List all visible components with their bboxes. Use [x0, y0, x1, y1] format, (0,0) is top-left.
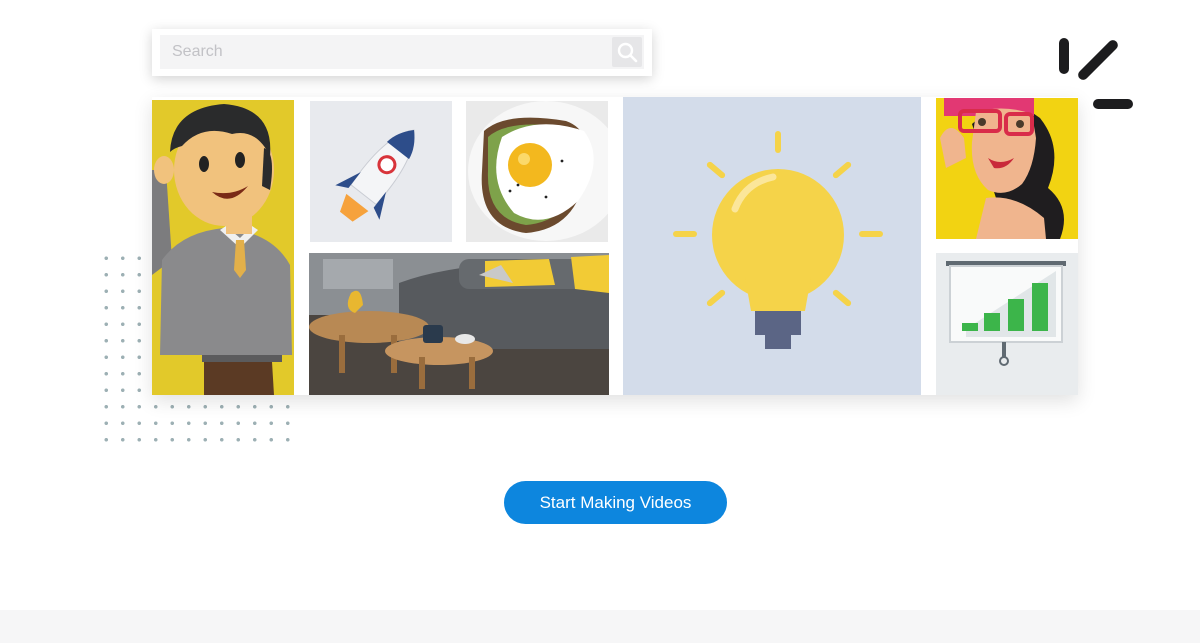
tile-chart-presentation[interactable]	[936, 253, 1078, 395]
living-room-photo	[309, 253, 609, 395]
tile-rocket[interactable]	[310, 101, 452, 242]
presentation-board-illustration	[936, 253, 1078, 395]
image-mosaic	[152, 97, 1078, 395]
start-making-videos-button[interactable]: Start Making Videos	[504, 481, 727, 524]
tile-woman-glasses[interactable]	[936, 98, 1078, 239]
woman-glasses-photo	[936, 98, 1078, 239]
search-icon	[617, 42, 638, 63]
footer-strip	[0, 610, 1200, 643]
egg-toast-photo	[466, 101, 608, 242]
search-button[interactable]	[612, 37, 642, 67]
tile-living-room[interactable]	[309, 253, 609, 395]
brand-logo[interactable]	[1055, 36, 1135, 116]
rocket-illustration	[310, 101, 452, 242]
tile-egg-toast[interactable]	[466, 101, 608, 242]
search-bar	[152, 29, 652, 76]
cartoon-man-illustration	[152, 100, 294, 395]
tile-light-bulb[interactable]	[623, 97, 921, 395]
light-bulb-illustration	[623, 97, 921, 395]
tile-cartoon-man[interactable]	[152, 100, 294, 395]
brand-logo-icon	[1059, 38, 1133, 109]
search-input[interactable]	[160, 35, 644, 69]
